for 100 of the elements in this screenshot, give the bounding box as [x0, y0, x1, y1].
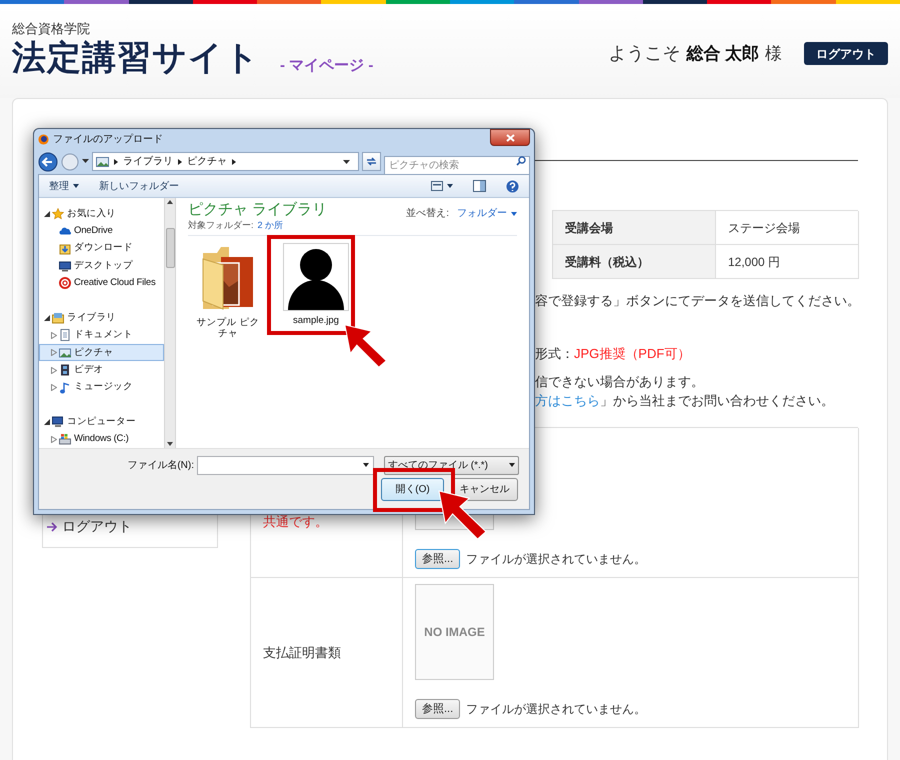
target-folder-label: 対象フォルダー:: [188, 219, 254, 232]
nav-item[interactable]: ドキュメント: [39, 326, 164, 344]
file-name: サンプル ピクチャ: [196, 317, 260, 339]
instruction-text: 方はこちら」から当社までお問い合わせください。: [535, 392, 835, 410]
dropdown-caret-icon[interactable]: [447, 184, 453, 188]
collapsed-triangle-icon[interactable]: [51, 349, 57, 356]
logout-button[interactable]: ログアウト: [804, 42, 888, 65]
nav-item[interactable]: ピクチャ: [39, 344, 164, 362]
nav-item[interactable]: OneDrive: [39, 222, 164, 240]
star-icon: [52, 208, 64, 220]
view-options-icon[interactable]: [431, 181, 443, 191]
dropdown-caret-icon: [509, 463, 515, 467]
dropdown-caret-icon: [73, 184, 79, 188]
breadcrumb-item[interactable]: ピクチャ: [187, 154, 227, 169]
dialog-title: ファイルのアップロード: [53, 132, 163, 146]
dropdown-caret-icon: [363, 463, 369, 467]
browse-button[interactable]: 参照...: [415, 699, 460, 719]
collapsed-triangle-icon[interactable]: [51, 366, 57, 374]
target-folder-link[interactable]: 2 か所: [258, 219, 284, 232]
sort-dropdown[interactable]: フォルダー: [457, 206, 517, 221]
file-name: sample.jpg: [292, 315, 340, 326]
cloud-icon: [59, 225, 71, 238]
instruction-text: 信できない場合があります。: [535, 373, 705, 391]
table-header-cell: 受講料（税込）: [553, 245, 716, 279]
table-cell: ステージ会場: [716, 211, 859, 245]
music-note-icon: [59, 382, 71, 394]
dropdown-caret-icon: [511, 212, 517, 216]
address-field[interactable]: ライブラリ ピクチャ: [92, 152, 359, 171]
refresh-icon: [366, 157, 377, 166]
help-icon[interactable]: [506, 180, 519, 192]
expanded-triangle-icon[interactable]: [44, 210, 50, 217]
history-dropdown-icon[interactable]: [82, 159, 89, 164]
picture-icon: [59, 346, 71, 359]
close-icon: [506, 134, 514, 142]
user-name: 総合 太郎: [686, 43, 759, 65]
table-header-cell: 受講会場: [553, 211, 716, 245]
expanded-triangle-icon[interactable]: [44, 314, 50, 321]
preview-pane-icon[interactable]: [473, 180, 486, 192]
back-button-icon[interactable]: [38, 152, 58, 172]
collapsed-triangle-icon[interactable]: [51, 384, 57, 391]
instruction-text: 形式：JPG推奨（PDF可）: [535, 345, 692, 363]
dropdown-caret-icon: [343, 160, 350, 164]
welcome-text: ようこそ: [608, 42, 680, 65]
arrow-right-icon: [47, 522, 58, 532]
nav-item[interactable]: ライブラリ: [39, 309, 164, 327]
library-icon: [96, 156, 109, 166]
file-name-field[interactable]: [197, 456, 374, 474]
instruction-text: 容で登録する」ボタンにてデータを送信してください。: [535, 292, 858, 310]
chevron-right-icon: [114, 158, 118, 164]
expanded-triangle-icon[interactable]: [44, 418, 50, 425]
scroll-thumb[interactable]: [166, 228, 174, 268]
site-subtitle: - マイページ -: [280, 56, 374, 76]
nav-item[interactable]: コンピューター: [39, 413, 164, 431]
sort-label: 並べ替え:: [406, 206, 449, 221]
nav-item[interactable]: ビデオ: [39, 361, 164, 379]
chevron-right-icon: [232, 158, 236, 164]
computer-icon: [52, 416, 64, 428]
no-image-text: NO IMAGE: [424, 624, 485, 641]
library-title: ピクチャ ライブラリ: [188, 201, 328, 219]
field-note: 共通です。: [263, 513, 329, 531]
download-folder-icon: [59, 242, 71, 255]
nav-item[interactable]: デスクトップ: [39, 257, 164, 275]
nav-item[interactable]: Windows (C:): [39, 430, 164, 448]
open-button[interactable]: 開く(O): [381, 478, 444, 501]
chevron-right-icon: [178, 158, 182, 164]
drive-icon: [59, 433, 71, 446]
collapsed-triangle-icon[interactable]: [51, 436, 57, 443]
search-icon: [516, 156, 526, 166]
film-icon: [59, 364, 71, 376]
file-name-label: ファイル名(N):: [126, 458, 195, 472]
refresh-button[interactable]: [362, 152, 381, 171]
nav-item[interactable]: ミュージック: [39, 378, 164, 396]
new-folder-button[interactable]: 新しいフォルダー: [99, 178, 179, 194]
scrollbar[interactable]: [164, 198, 176, 448]
site-title: 法定講習サイト: [12, 38, 260, 79]
scroll-up-icon[interactable]: [167, 200, 173, 204]
search-field[interactable]: ピクチャの検索: [384, 156, 530, 175]
close-button[interactable]: [490, 129, 530, 146]
file-item[interactable]: sample.jpg: [276, 243, 356, 339]
nav-item[interactable]: ダウンロード: [39, 240, 164, 258]
table-cell: 12,000 円: [716, 245, 859, 279]
organize-menu[interactable]: 整理: [49, 178, 79, 194]
contact-link[interactable]: 方はこちら: [535, 393, 600, 408]
file-status-text: ファイルが選択されていません。: [466, 551, 646, 568]
monitor-icon: [59, 260, 71, 272]
org-name: 総合資格学院: [12, 21, 91, 37]
honorific-text: 様: [765, 43, 782, 65]
file-item[interactable]: サンプル ピクチャ: [188, 243, 268, 339]
scroll-down-icon[interactable]: [167, 442, 173, 446]
document-icon: [59, 329, 71, 342]
library-folder-icon: [52, 312, 64, 324]
person-thumbnail-icon: [283, 243, 349, 311]
breadcrumb-item[interactable]: ライブラリ: [123, 154, 173, 169]
nav-item[interactable]: Creative Cloud Files: [39, 274, 164, 292]
sidebar-link[interactable]: ログアウト: [47, 516, 217, 537]
browse-button[interactable]: 参照...: [415, 549, 460, 569]
collapsed-triangle-icon[interactable]: [51, 332, 57, 339]
field-label: 支払証明書類: [263, 644, 342, 662]
nav-item[interactable]: お気に入り: [39, 205, 164, 222]
ring-icon: [59, 277, 71, 290]
